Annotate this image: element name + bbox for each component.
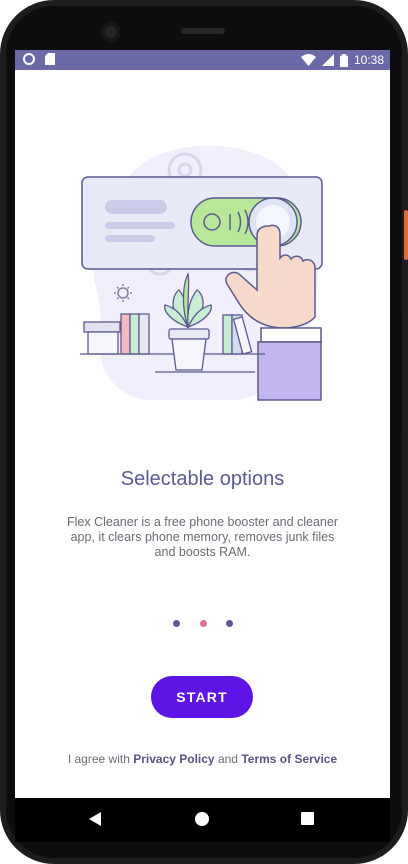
status-bar: 10:38	[15, 50, 390, 70]
sleeve	[257, 341, 322, 401]
shirt-cuff	[260, 327, 322, 343]
page-dot[interactable]	[226, 619, 233, 627]
sd-card-icon	[45, 53, 55, 65]
privacy-policy-link[interactable]: Privacy Policy	[133, 752, 214, 766]
start-button[interactable]: START	[151, 676, 253, 718]
power-button	[404, 210, 408, 260]
page-description: Flex Cleaner is a free phone booster and…	[67, 515, 338, 559]
terms-of-service-link[interactable]: Terms of Service	[241, 752, 337, 766]
app-screen: 10:38 Selectable options Flex Cleaner is…	[15, 50, 390, 798]
page-dot-active[interactable]	[199, 619, 207, 627]
agreement-prefix: I agree with	[67, 752, 130, 766]
front-camera	[101, 22, 121, 42]
earpiece-speaker	[181, 28, 225, 34]
onboarding-illustration	[80, 145, 323, 401]
volume-button	[404, 318, 408, 428]
signal-icon	[321, 54, 334, 66]
navigation-bar	[15, 798, 390, 842]
page-dot[interactable]	[173, 619, 180, 627]
agreement-joiner: and	[217, 752, 238, 766]
battery-icon	[339, 53, 348, 67]
clock: 10:38	[353, 53, 384, 67]
recent-apps-icon[interactable]	[301, 812, 314, 825]
wifi-icon	[300, 54, 316, 66]
back-icon[interactable]	[89, 812, 101, 826]
page-title: Selectable options	[120, 468, 285, 490]
circle-notification-icon	[23, 53, 35, 65]
home-icon[interactable]	[195, 812, 209, 826]
agreement-text: I agree with Privacy Policy and Terms of…	[15, 752, 390, 766]
page-indicator	[173, 618, 233, 628]
